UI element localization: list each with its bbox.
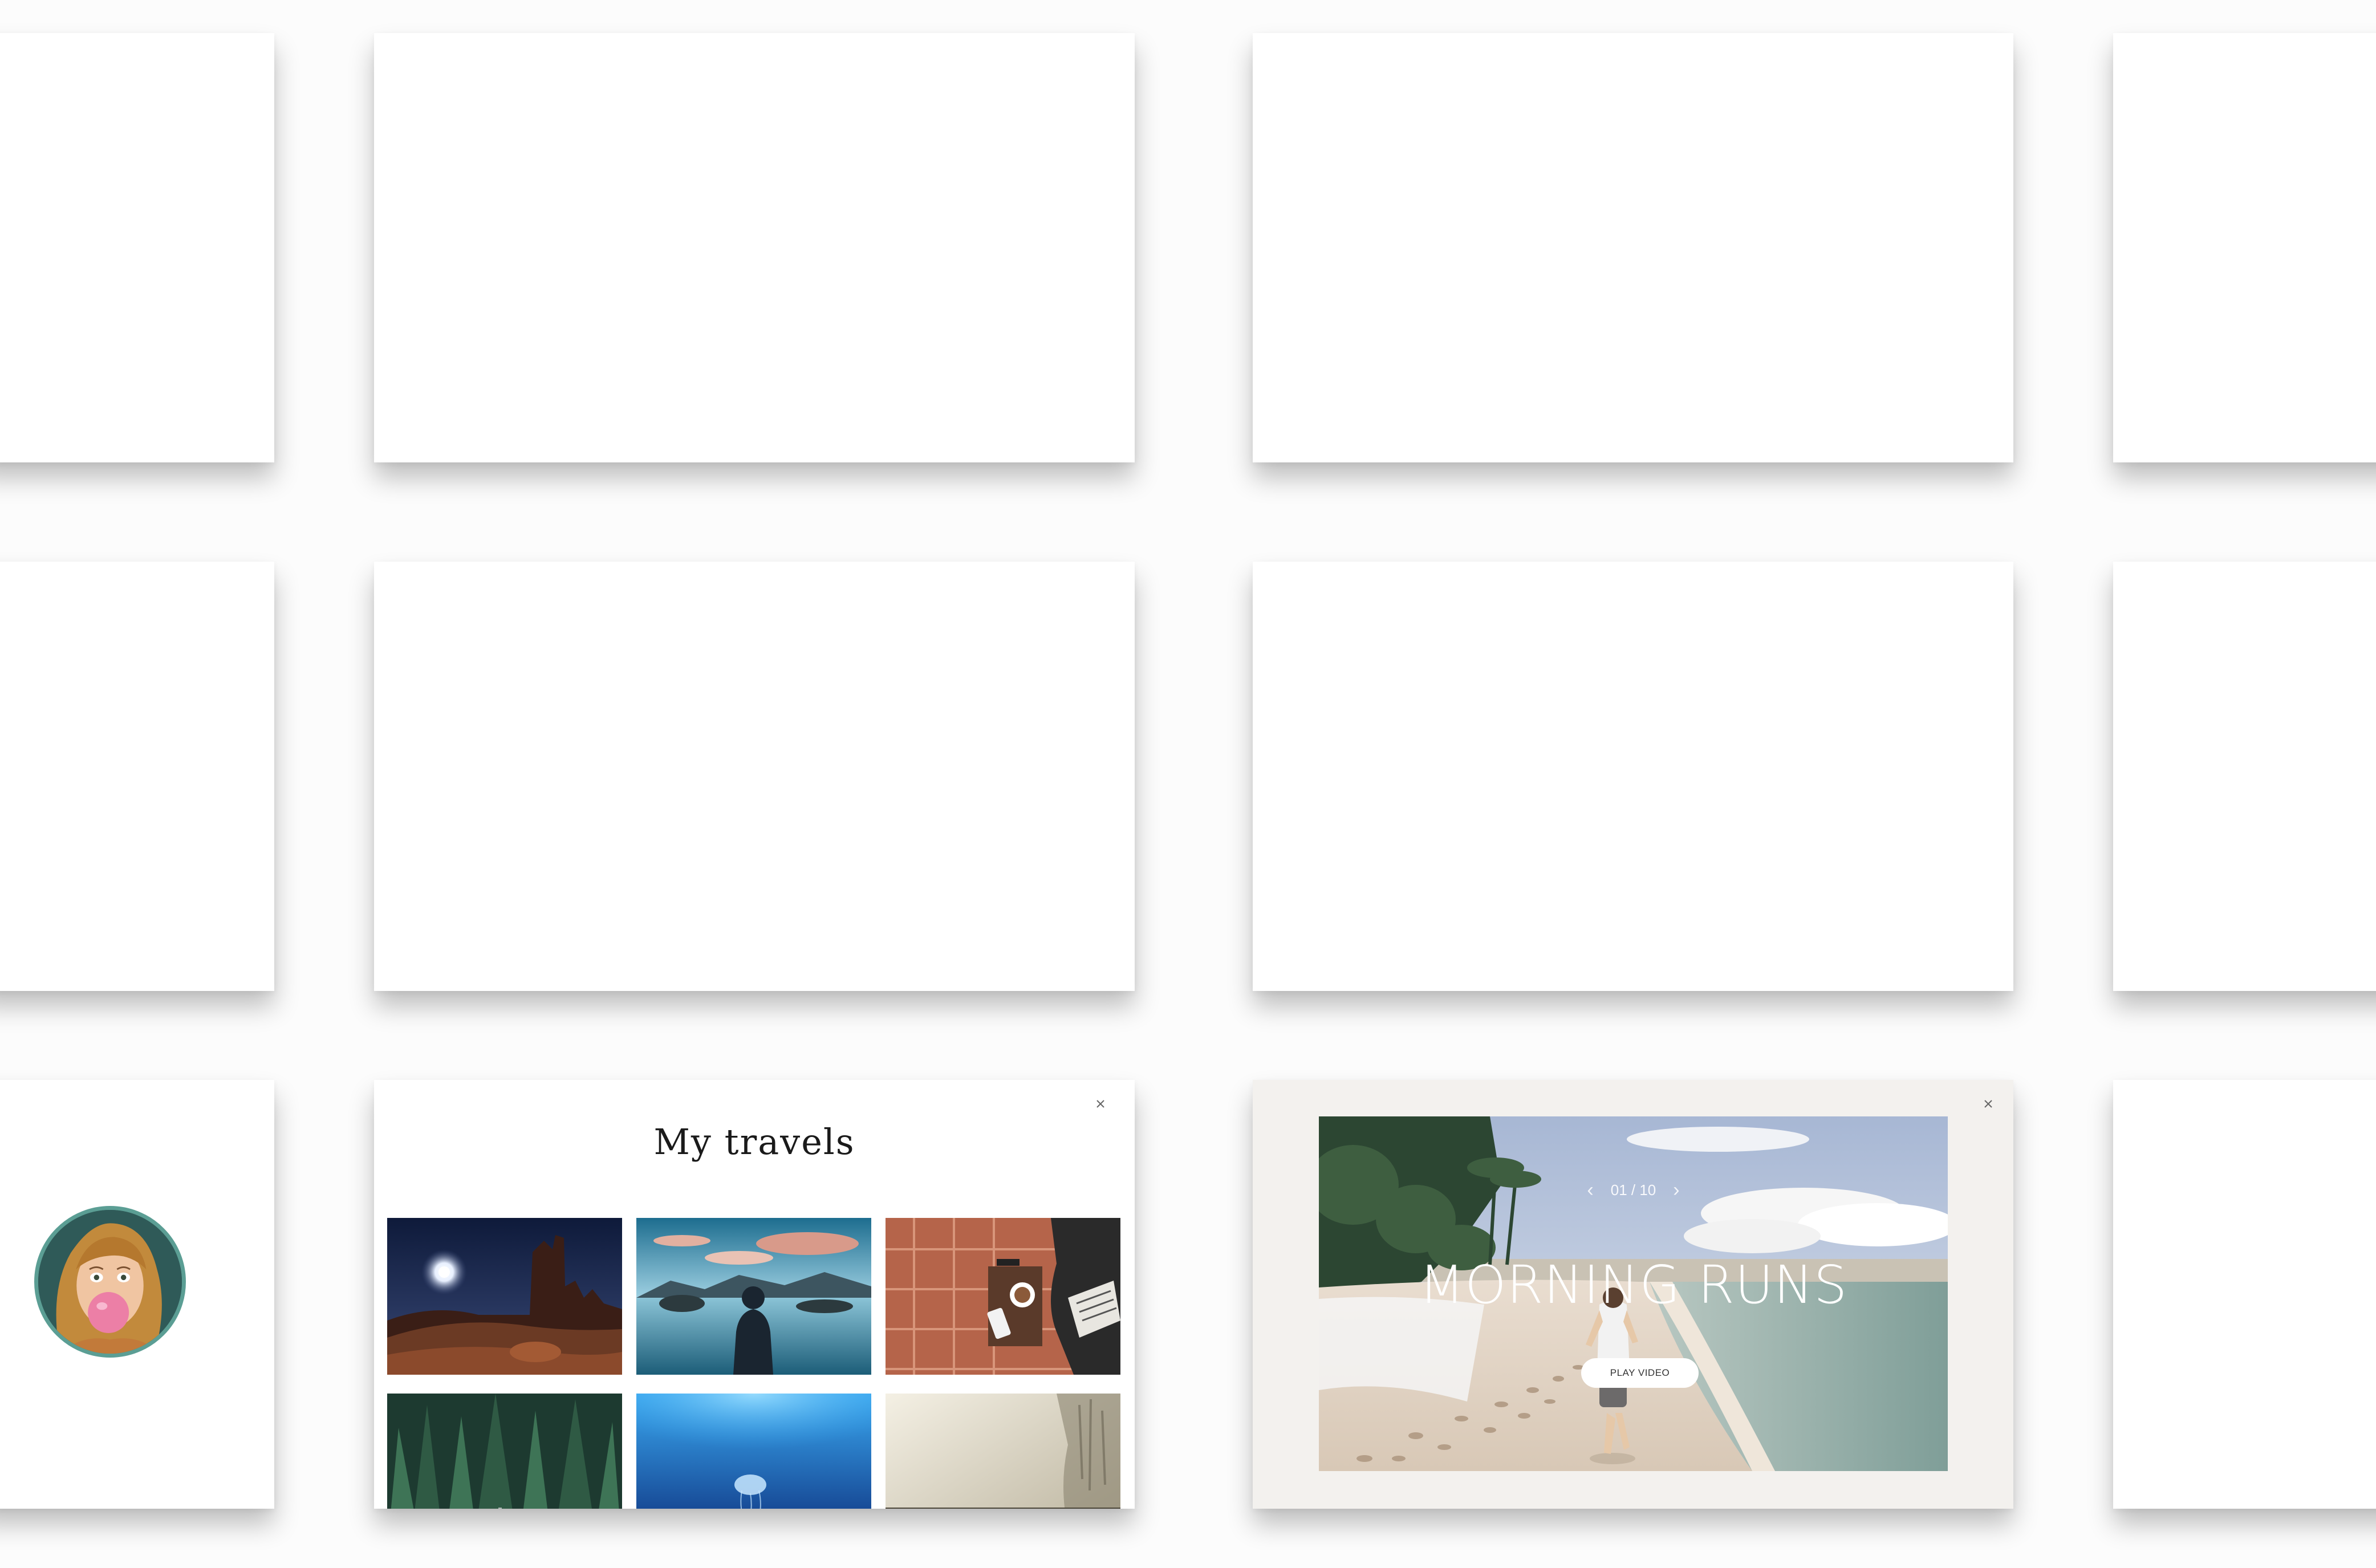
blank-card[interactable] (0, 33, 274, 462)
photo-thumbnail[interactable] (636, 1218, 871, 1375)
chevron-right-icon[interactable]: › (1673, 1179, 1679, 1201)
blank-card[interactable] (2113, 1080, 2376, 1509)
photo-thumbnail[interactable] (886, 1218, 1120, 1375)
photo-thumbnail[interactable] (886, 1394, 1120, 1509)
chevron-left-icon[interactable]: ‹ (1587, 1179, 1593, 1201)
slide-counter-text: 01 / 10 (1610, 1181, 1656, 1199)
blank-card[interactable] (2113, 33, 2376, 462)
video-card: ‹ 01 / 10 › MORNING RUNS PLAY VIDEO (1253, 1080, 2013, 1509)
canvas: My travels ‹ 01 / 10 › MORNING RUNS PLAY… (0, 0, 2376, 1568)
photo-thumbnail[interactable] (387, 1394, 622, 1509)
lake-reflection-photo (636, 1218, 871, 1375)
avatar[interactable] (34, 1206, 186, 1358)
close-button[interactable] (1977, 1092, 2000, 1115)
close-icon (1984, 1100, 1992, 1108)
blank-card[interactable] (374, 562, 1135, 991)
blank-card[interactable] (1253, 562, 2013, 991)
coffee-tiles-photo (886, 1218, 1120, 1375)
blank-card[interactable] (1253, 33, 2013, 462)
video-title: MORNING RUNS (1419, 1254, 1848, 1315)
blank-card[interactable] (2113, 562, 2376, 991)
bubble-gum-woman-portrait (38, 1210, 182, 1354)
misty-landscape-photo (886, 1394, 1120, 1509)
photo-thumbnail[interactable] (387, 1218, 622, 1375)
blank-card[interactable] (0, 562, 274, 991)
play-video-button[interactable]: PLAY VIDEO (1581, 1358, 1699, 1388)
desert-night-photo (387, 1218, 622, 1375)
video-preview[interactable]: ‹ 01 / 10 › MORNING RUNS PLAY VIDEO (1319, 1116, 1948, 1471)
blank-card[interactable] (374, 33, 1135, 462)
close-icon (1096, 1100, 1104, 1108)
slide-counter: ‹ 01 / 10 › (1319, 1179, 1948, 1201)
photo-thumbnail[interactable] (636, 1394, 871, 1509)
jellyfish-photo (636, 1394, 871, 1509)
photo-grid (387, 1218, 1123, 1509)
pine-forest-photo (387, 1394, 622, 1509)
gallery-title: My travels (653, 1121, 855, 1163)
close-button[interactable] (1089, 1092, 1112, 1115)
travels-gallery-card: My travels (374, 1080, 1135, 1509)
